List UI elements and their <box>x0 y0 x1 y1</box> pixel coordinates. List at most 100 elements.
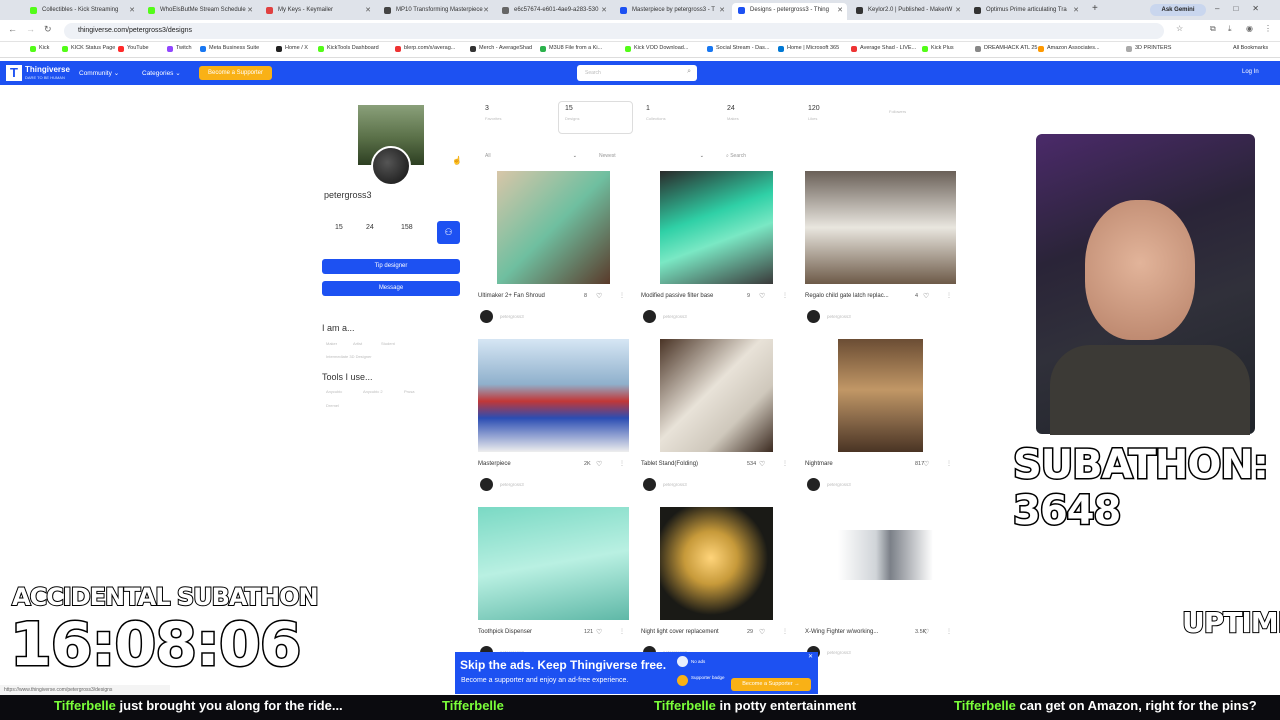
bookmark-star-icon[interactable]: ☆ <box>1176 24 1183 33</box>
heart-icon[interactable]: ♡ <box>923 628 929 636</box>
become-supporter-button[interactable]: Become a Supporter <box>199 66 272 80</box>
reload-icon[interactable]: ↻ <box>44 24 52 35</box>
new-tab-icon[interactable]: + <box>1092 3 1098 14</box>
tab-designs[interactable]: 15 Designs <box>565 105 579 121</box>
browser-tab-active[interactable]: Designs - petergross3 - Thing ✕ <box>732 3 847 20</box>
creator-avatar[interactable] <box>807 310 820 323</box>
bookmark-item[interactable]: Kick <box>30 45 49 52</box>
bookmark-item[interactable]: DREAMHACK ATL 25 <box>975 45 1038 52</box>
design-title[interactable]: Modified passive filter base <box>641 293 713 299</box>
filter-all-select[interactable]: All ⌄ <box>485 153 577 159</box>
extensions-icon[interactable]: ⧉ <box>1210 24 1216 34</box>
menu-icon[interactable]: ⋮ <box>1264 24 1272 33</box>
design-title[interactable]: Regalo child gate latch replac... <box>805 293 889 299</box>
bookmark-item[interactable]: Home / X <box>276 45 308 52</box>
creator-name[interactable]: petergross3 <box>663 482 687 487</box>
bookmark-item[interactable]: 3D PRINTERS <box>1126 45 1171 52</box>
bookmark-item[interactable]: KICK Status Page <box>62 45 115 52</box>
tab-favorites[interactable]: 3 Favorites <box>485 105 501 121</box>
close-tab-icon[interactable]: ✕ <box>483 3 489 18</box>
heart-icon[interactable]: ♡ <box>596 628 602 636</box>
bookmark-item[interactable]: Kick VOD Download... <box>625 45 688 52</box>
creator-avatar[interactable] <box>480 478 493 491</box>
follow-button[interactable]: ⚇ <box>437 221 460 244</box>
creator-name[interactable]: petergross3 <box>827 650 851 655</box>
creator-avatar[interactable] <box>480 310 493 323</box>
heart-icon[interactable]: ♡ <box>596 460 602 468</box>
browser-tab[interactable]: MP10 Transforming Masterpiece ✕ <box>378 3 493 20</box>
close-tab-icon[interactable]: ✕ <box>1073 3 1079 18</box>
message-button[interactable]: Message <box>322 281 460 296</box>
sort-select[interactable]: Newest ⌄ <box>599 153 704 159</box>
close-tab-icon[interactable]: ✕ <box>129 3 135 18</box>
forward-icon[interactable]: → <box>26 24 35 34</box>
design-thumbnail[interactable] <box>497 171 610 284</box>
design-thumbnail[interactable] <box>478 507 629 620</box>
download-icon[interactable]: ⤓ <box>1228 24 1232 34</box>
bookmark-item[interactable]: Amazon Associates... <box>1038 45 1100 52</box>
more-options-icon[interactable]: ⋮ <box>619 460 625 467</box>
url-field[interactable]: thingiverse.com/petergross3/designs <box>64 23 1164 39</box>
close-tab-icon[interactable]: ✕ <box>837 3 843 18</box>
creator-name[interactable]: petergross3 <box>827 482 851 487</box>
heart-icon[interactable]: ♡ <box>759 292 765 300</box>
heart-icon[interactable]: ♡ <box>596 292 602 300</box>
creator-avatar[interactable] <box>643 310 656 323</box>
nav-community[interactable]: Community ⌄ <box>79 69 119 77</box>
ask-gemini-button[interactable]: Ask Gemini <box>1150 4 1206 16</box>
bookmark-item[interactable]: Kick Plus <box>922 45 954 52</box>
creator-name[interactable]: petergross3 <box>500 314 524 319</box>
browser-tab[interactable]: e6c57674-e601-4ae9-a283-530 ✕ <box>496 3 611 20</box>
search-icon[interactable]: ⌕ <box>687 68 691 76</box>
creator-name[interactable]: petergross3 <box>827 314 851 319</box>
bookmark-item[interactable]: KickTools Dashboard <box>318 45 379 52</box>
tab-followers[interactable]: Followers <box>889 105 906 114</box>
creator-avatar[interactable] <box>807 478 820 491</box>
window-controls[interactable]: –□✕ <box>1215 4 1273 13</box>
thingiverse-logo-icon[interactable]: T <box>6 65 22 81</box>
login-link[interactable]: Log In <box>1242 69 1259 75</box>
back-icon[interactable]: ← <box>8 24 17 34</box>
design-thumbnail[interactable] <box>660 507 773 620</box>
close-tab-icon[interactable]: ✕ <box>365 3 371 18</box>
design-thumbnail[interactable] <box>660 339 773 452</box>
design-title[interactable]: Nightmare <box>805 461 833 467</box>
heart-icon[interactable]: ♡ <box>923 460 929 468</box>
bookmark-item[interactable]: Social Stream - Das... <box>707 45 770 52</box>
tab-makes[interactable]: 24 Makes <box>727 105 739 121</box>
ad-close-icon[interactable]: ✕ <box>808 653 813 660</box>
browser-tab[interactable]: WhoElsButMe Stream Schedule ✕ <box>142 3 257 20</box>
tab-likes[interactable]: 120 Likes <box>808 105 820 121</box>
site-brand[interactable]: Thingiverse <box>25 65 70 74</box>
bookmark-item[interactable]: YouTube <box>118 45 149 52</box>
close-tab-icon[interactable]: ✕ <box>247 3 253 18</box>
bookmark-item[interactable]: blerp.com/x/averag... <box>395 45 455 52</box>
tab-collections[interactable]: 1 Collections <box>646 105 666 121</box>
heart-icon[interactable]: ♡ <box>759 460 765 468</box>
more-options-icon[interactable]: ⋮ <box>782 628 788 635</box>
design-title[interactable]: Masterpiece <box>478 461 511 467</box>
more-options-icon[interactable]: ⋮ <box>782 460 788 467</box>
design-thumbnail[interactable] <box>660 171 773 284</box>
browser-tab[interactable]: Masterpiece by petergross3 - T ✕ <box>614 3 729 20</box>
design-title[interactable]: Toothpick Dispenser <box>478 629 532 635</box>
tip-designer-button[interactable]: Tip designer <box>322 259 460 274</box>
design-thumbnail[interactable] <box>838 339 923 452</box>
browser-tab[interactable]: Keylor2.0 | Published - MakerW ✕ <box>850 3 965 20</box>
browser-tab[interactable]: Collectibles - Kick Streaming ✕ <box>24 3 139 20</box>
heart-icon[interactable]: ♡ <box>923 292 929 300</box>
browser-tab[interactable]: Optimus Prime articulating Tra ✕ <box>968 3 1083 20</box>
creator-name[interactable]: petergross3 <box>500 482 524 487</box>
more-options-icon[interactable]: ⋮ <box>946 628 952 635</box>
bookmark-item[interactable]: M3U8 File from a Ki... <box>540 45 602 52</box>
design-thumbnail[interactable] <box>478 339 629 452</box>
more-options-icon[interactable]: ⋮ <box>946 460 952 467</box>
nav-categories[interactable]: Categories ⌄ <box>142 69 181 77</box>
ad-supporter-button[interactable]: Become a Supporter → <box>731 678 811 691</box>
design-thumbnail[interactable] <box>805 171 956 284</box>
bookmark-item[interactable]: Home | Microsoft 365 <box>778 45 839 52</box>
heart-icon[interactable]: ♡ <box>759 628 765 636</box>
design-title[interactable]: Ultimaker 2+ Fan Shroud <box>478 293 545 299</box>
design-search-input[interactable]: ⌕ Search <box>726 153 786 159</box>
site-search-input[interactable]: Search ⌕ <box>577 65 697 81</box>
